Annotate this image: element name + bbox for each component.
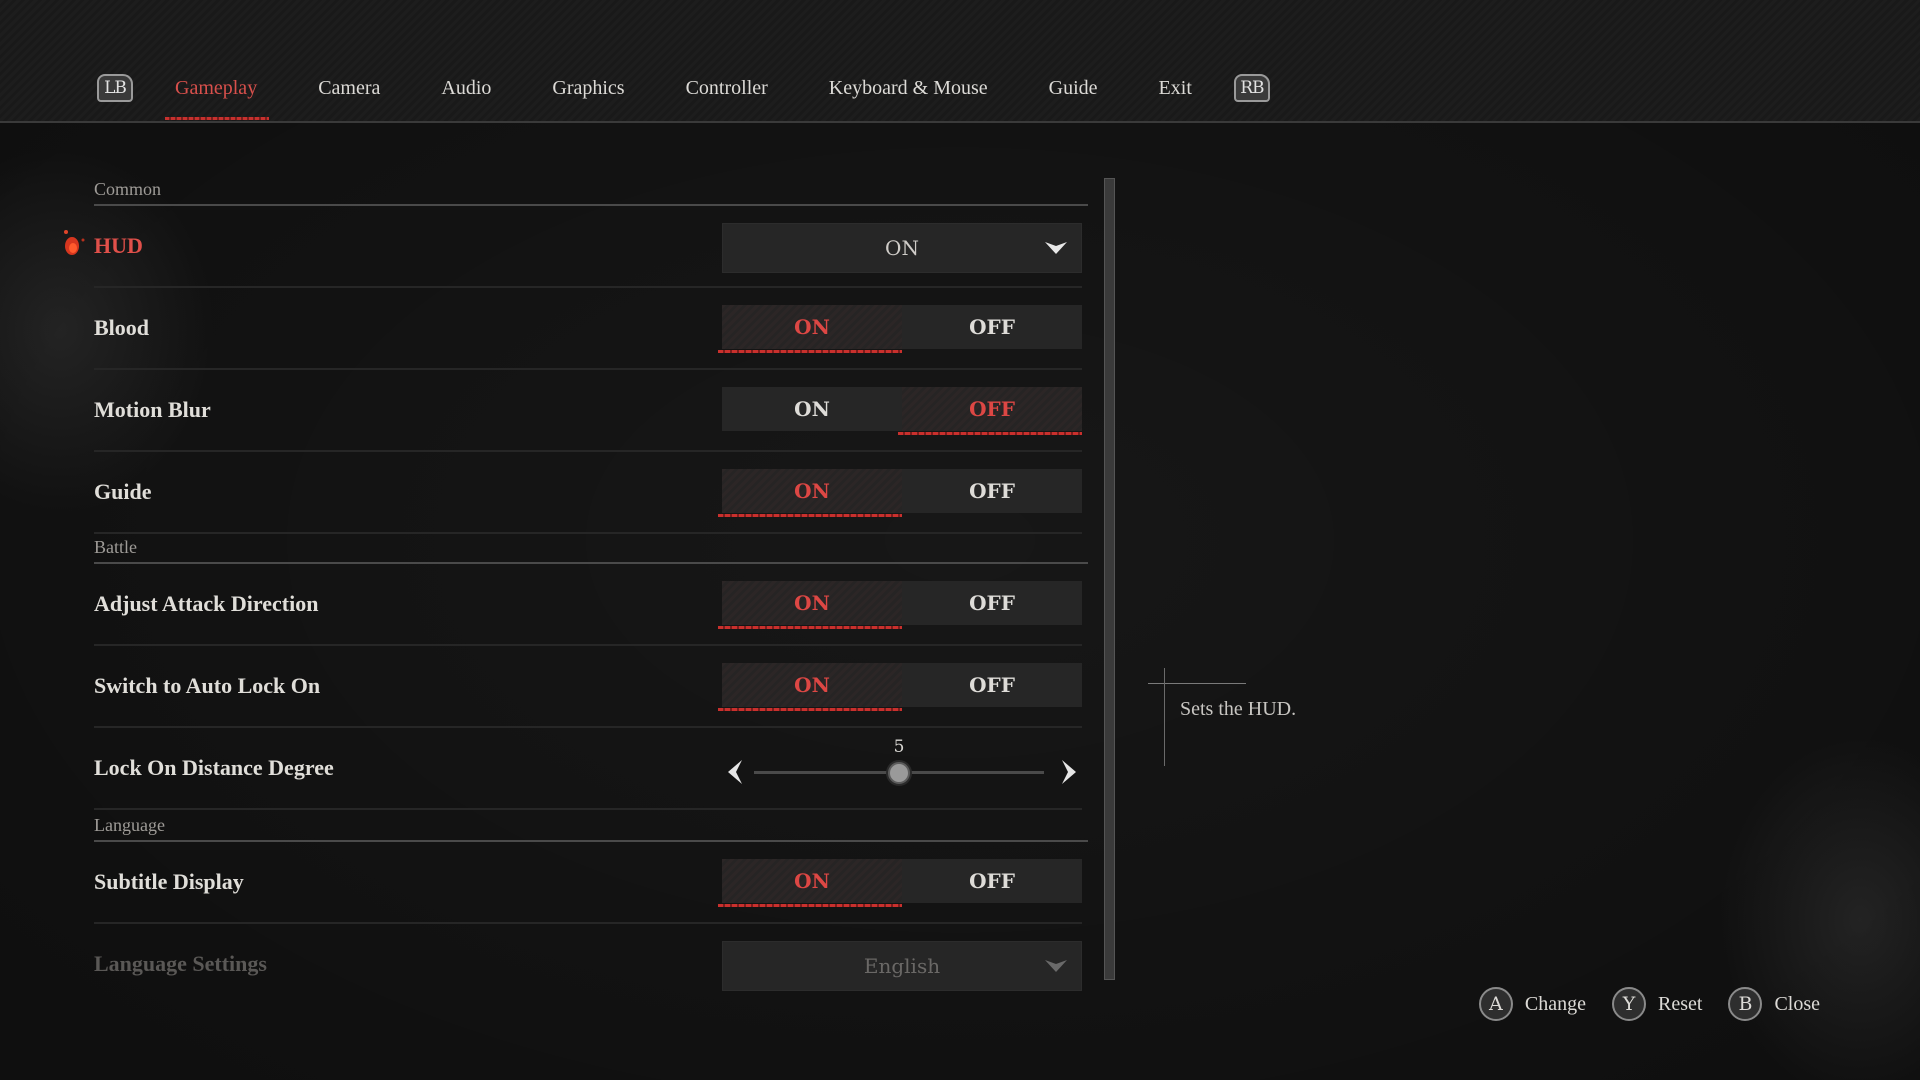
setting-label: Guide [94, 479, 152, 504]
section-header-battle: Battle [94, 534, 1088, 564]
change-button[interactable]: A Change [1478, 987, 1586, 1021]
tab-camera[interactable]: Camera [318, 77, 380, 100]
motion-blur-toggle[interactable]: ON OFF [722, 387, 1082, 435]
a-button-icon: A [1478, 987, 1513, 1021]
setting-row-auto-lock-on[interactable]: Switch to Auto Lock On ON OFF [94, 646, 1082, 728]
setting-label: Subtitle Display [94, 869, 244, 894]
lock-on-distance-slider[interactable]: 5 [722, 737, 1082, 793]
blood-toggle[interactable]: ON OFF [718, 305, 1082, 353]
setting-label: Language Settings [94, 951, 267, 976]
hud-dropdown[interactable]: ON [722, 223, 1082, 273]
reset-button[interactable]: Y Reset [1612, 987, 1702, 1021]
toggle-off-option[interactable]: OFF [902, 469, 1082, 513]
tab-gameplay[interactable]: Gameplay [164, 77, 270, 120]
b-button-icon: B [1728, 987, 1763, 1021]
section-header-language: Language [94, 810, 1088, 842]
scrollbar[interactable] [1104, 178, 1115, 980]
tab-bar: LB Gameplay Camera Audio Graphics Contro… [97, 66, 1270, 120]
guide-toggle[interactable]: ON OFF [718, 469, 1082, 517]
setting-row-lock-on-distance[interactable]: Lock On Distance Degree 5 [94, 728, 1082, 810]
toggle-on-option[interactable]: ON [718, 859, 902, 907]
toggle-off-option[interactable]: OFF [902, 859, 1082, 903]
prompt-label: Change [1524, 992, 1586, 1015]
dropdown-value: ON [885, 236, 919, 260]
dropdown-field[interactable]: ON [722, 223, 1082, 273]
setting-row-hud[interactable]: HUD ON [64, 206, 1082, 288]
top-navigation-bar: LB Gameplay Camera Audio Graphics Contro… [0, 0, 1920, 123]
dropdown-field: English [722, 941, 1082, 991]
prompt-label: Reset [1658, 992, 1703, 1015]
arrow-left-icon[interactable] [726, 759, 744, 785]
section-title: Battle [94, 537, 137, 557]
selection-cursor-icon [64, 230, 85, 255]
description-frame-line [1148, 683, 1246, 684]
setting-row-blood[interactable]: Blood ON OFF [94, 288, 1082, 370]
subtitle-display-toggle[interactable]: ON OFF [718, 859, 1082, 907]
description-text: Sets the HUD. [1180, 698, 1297, 720]
setting-label: Switch to Auto Lock On [94, 673, 321, 698]
auto-lock-on-toggle[interactable]: ON OFF [718, 663, 1082, 711]
chevron-down-icon [1045, 242, 1067, 254]
slider-value: 5 [893, 737, 905, 757]
rb-bumper-icon[interactable]: RB [1233, 74, 1270, 102]
prompt-label: Close [1774, 992, 1820, 1015]
tab-graphics[interactable]: Graphics [552, 77, 624, 100]
section-title: Language [94, 815, 165, 835]
toggle-off-option[interactable]: OFF [902, 663, 1082, 707]
setting-label: Blood [94, 315, 150, 340]
chevron-down-icon [1045, 960, 1067, 972]
tab-keyboard-mouse[interactable]: Keyboard & Mouse [829, 77, 988, 100]
slider-knob[interactable] [888, 762, 910, 784]
tab-controller[interactable]: Controller [686, 77, 768, 100]
toggle-off-option[interactable]: OFF [902, 305, 1082, 349]
lb-bumper-icon[interactable]: LB [97, 74, 133, 102]
y-button-icon: Y [1612, 987, 1646, 1021]
adjust-attack-direction-toggle[interactable]: ON OFF [718, 581, 1082, 629]
close-button[interactable]: B Close [1728, 987, 1820, 1021]
setting-label: HUD [94, 233, 143, 258]
tab-guide[interactable]: Guide [1049, 77, 1098, 100]
setting-label: Adjust Attack Direction [94, 591, 319, 616]
setting-row-adjust-attack-direction[interactable]: Adjust Attack Direction ON OFF [94, 564, 1082, 646]
button-prompts: A Change Y Reset B Close [1478, 987, 1820, 1021]
toggle-off-option[interactable]: OFF [902, 581, 1082, 625]
language-dropdown: English [722, 941, 1082, 991]
toggle-on-option[interactable]: ON [718, 305, 902, 353]
dropdown-value: English [863, 954, 941, 978]
section-title: Common [94, 179, 162, 199]
description-frame-line [1164, 668, 1165, 766]
setting-row-language-settings: Language Settings English [94, 924, 1082, 1004]
toggle-on-option[interactable]: ON [718, 663, 902, 711]
description-panel: Sets the HUD. [1148, 668, 1428, 768]
arrow-right-icon[interactable] [1060, 759, 1078, 785]
setting-row-motion-blur[interactable]: Motion Blur ON OFF [94, 370, 1082, 452]
setting-row-subtitle-display[interactable]: Subtitle Display ON OFF [94, 842, 1082, 924]
toggle-on-option[interactable]: ON [718, 469, 902, 517]
toggle-on-option[interactable]: ON [718, 581, 902, 629]
setting-label: Lock On Distance Degree [94, 755, 334, 780]
settings-list: Common HUD ON Blood ON OFF Motion Blur ON… [64, 170, 1088, 1004]
tab-exit[interactable]: Exit [1159, 77, 1192, 100]
setting-label: Motion Blur [94, 397, 211, 422]
toggle-on-option[interactable]: ON [722, 387, 902, 431]
toggle-off-option[interactable]: OFF [898, 387, 1082, 435]
tab-audio[interactable]: Audio [441, 77, 491, 100]
section-header-common: Common [94, 170, 1088, 206]
setting-row-guide[interactable]: Guide ON OFF [94, 452, 1082, 534]
